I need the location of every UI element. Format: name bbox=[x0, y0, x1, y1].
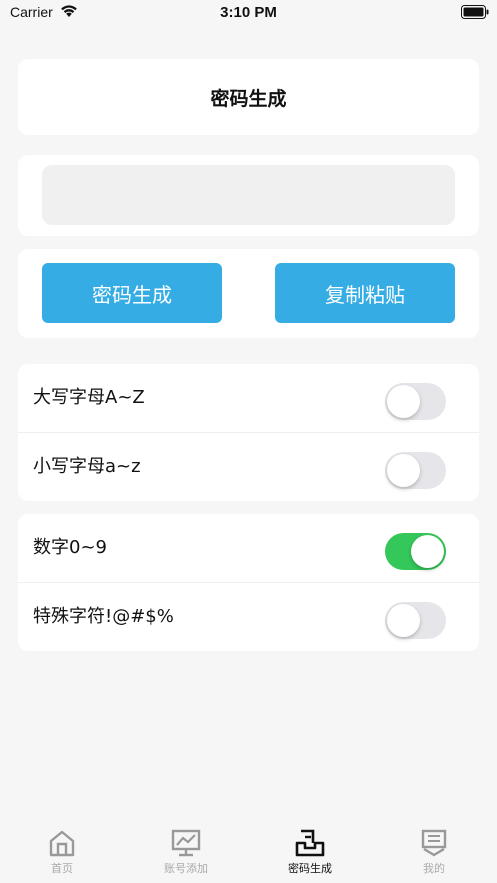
toggle-knob bbox=[387, 385, 420, 418]
tab-password-generate[interactable]: 密码生成 bbox=[248, 829, 372, 879]
copy-paste-button[interactable]: 复制粘贴 bbox=[275, 263, 455, 323]
option-label-uppercase: 大写字母A~Z bbox=[33, 387, 145, 408]
tab-profile[interactable]: 我的 bbox=[372, 829, 496, 879]
tab-add-account[interactable]: 账号添加 bbox=[124, 829, 248, 879]
toggle-knob bbox=[411, 535, 444, 568]
toggle-knob bbox=[387, 454, 420, 487]
option-row-special: 特殊字符!@#$% bbox=[18, 583, 479, 651]
chart-board-icon bbox=[171, 829, 201, 857]
profile-icon bbox=[421, 829, 447, 857]
digits-toggle[interactable] bbox=[385, 533, 446, 570]
tab-label-password-generate: 密码生成 bbox=[288, 862, 332, 875]
page-title: 密码生成 bbox=[210, 87, 287, 110]
option-label-lowercase: 小写字母a~z bbox=[33, 456, 141, 477]
header-card: 密码生成 bbox=[18, 59, 479, 135]
option-label-special: 特殊字符!@#$% bbox=[33, 606, 174, 627]
tab-bar: 首页 账号添加 密码生成 我的 bbox=[0, 823, 497, 883]
uppercase-toggle[interactable] bbox=[385, 383, 446, 420]
clock-time: 3:10 PM bbox=[220, 4, 277, 21]
battery-icon bbox=[461, 5, 489, 19]
tab-home[interactable]: 首页 bbox=[0, 829, 124, 879]
tab-label-home: 首页 bbox=[51, 862, 73, 875]
tab-label-add-account: 账号添加 bbox=[164, 862, 208, 875]
option-label-digits: 数字0~9 bbox=[33, 537, 107, 558]
password-field-card bbox=[18, 155, 479, 236]
toggle-knob bbox=[387, 604, 420, 637]
option-row-digits: 数字0~9 bbox=[18, 514, 479, 583]
status-bar: Carrier 3:10 PM bbox=[0, 0, 497, 26]
tab-label-profile: 我的 bbox=[423, 862, 445, 875]
option-row-uppercase: 大写字母A~Z bbox=[18, 364, 479, 433]
letter-options-card: 大写字母A~Z 小写字母a~z bbox=[18, 364, 479, 501]
other-options-card: 数字0~9 特殊字符!@#$% bbox=[18, 514, 479, 651]
special-chars-toggle[interactable] bbox=[385, 602, 446, 639]
password-output-field[interactable] bbox=[42, 165, 455, 225]
inbox-tray-icon bbox=[295, 829, 325, 857]
action-buttons-card: 密码生成 复制粘贴 bbox=[18, 249, 479, 338]
home-icon bbox=[49, 830, 75, 857]
lowercase-toggle[interactable] bbox=[385, 452, 446, 489]
generate-password-button[interactable]: 密码生成 bbox=[42, 263, 222, 323]
option-row-lowercase: 小写字母a~z bbox=[18, 433, 479, 501]
